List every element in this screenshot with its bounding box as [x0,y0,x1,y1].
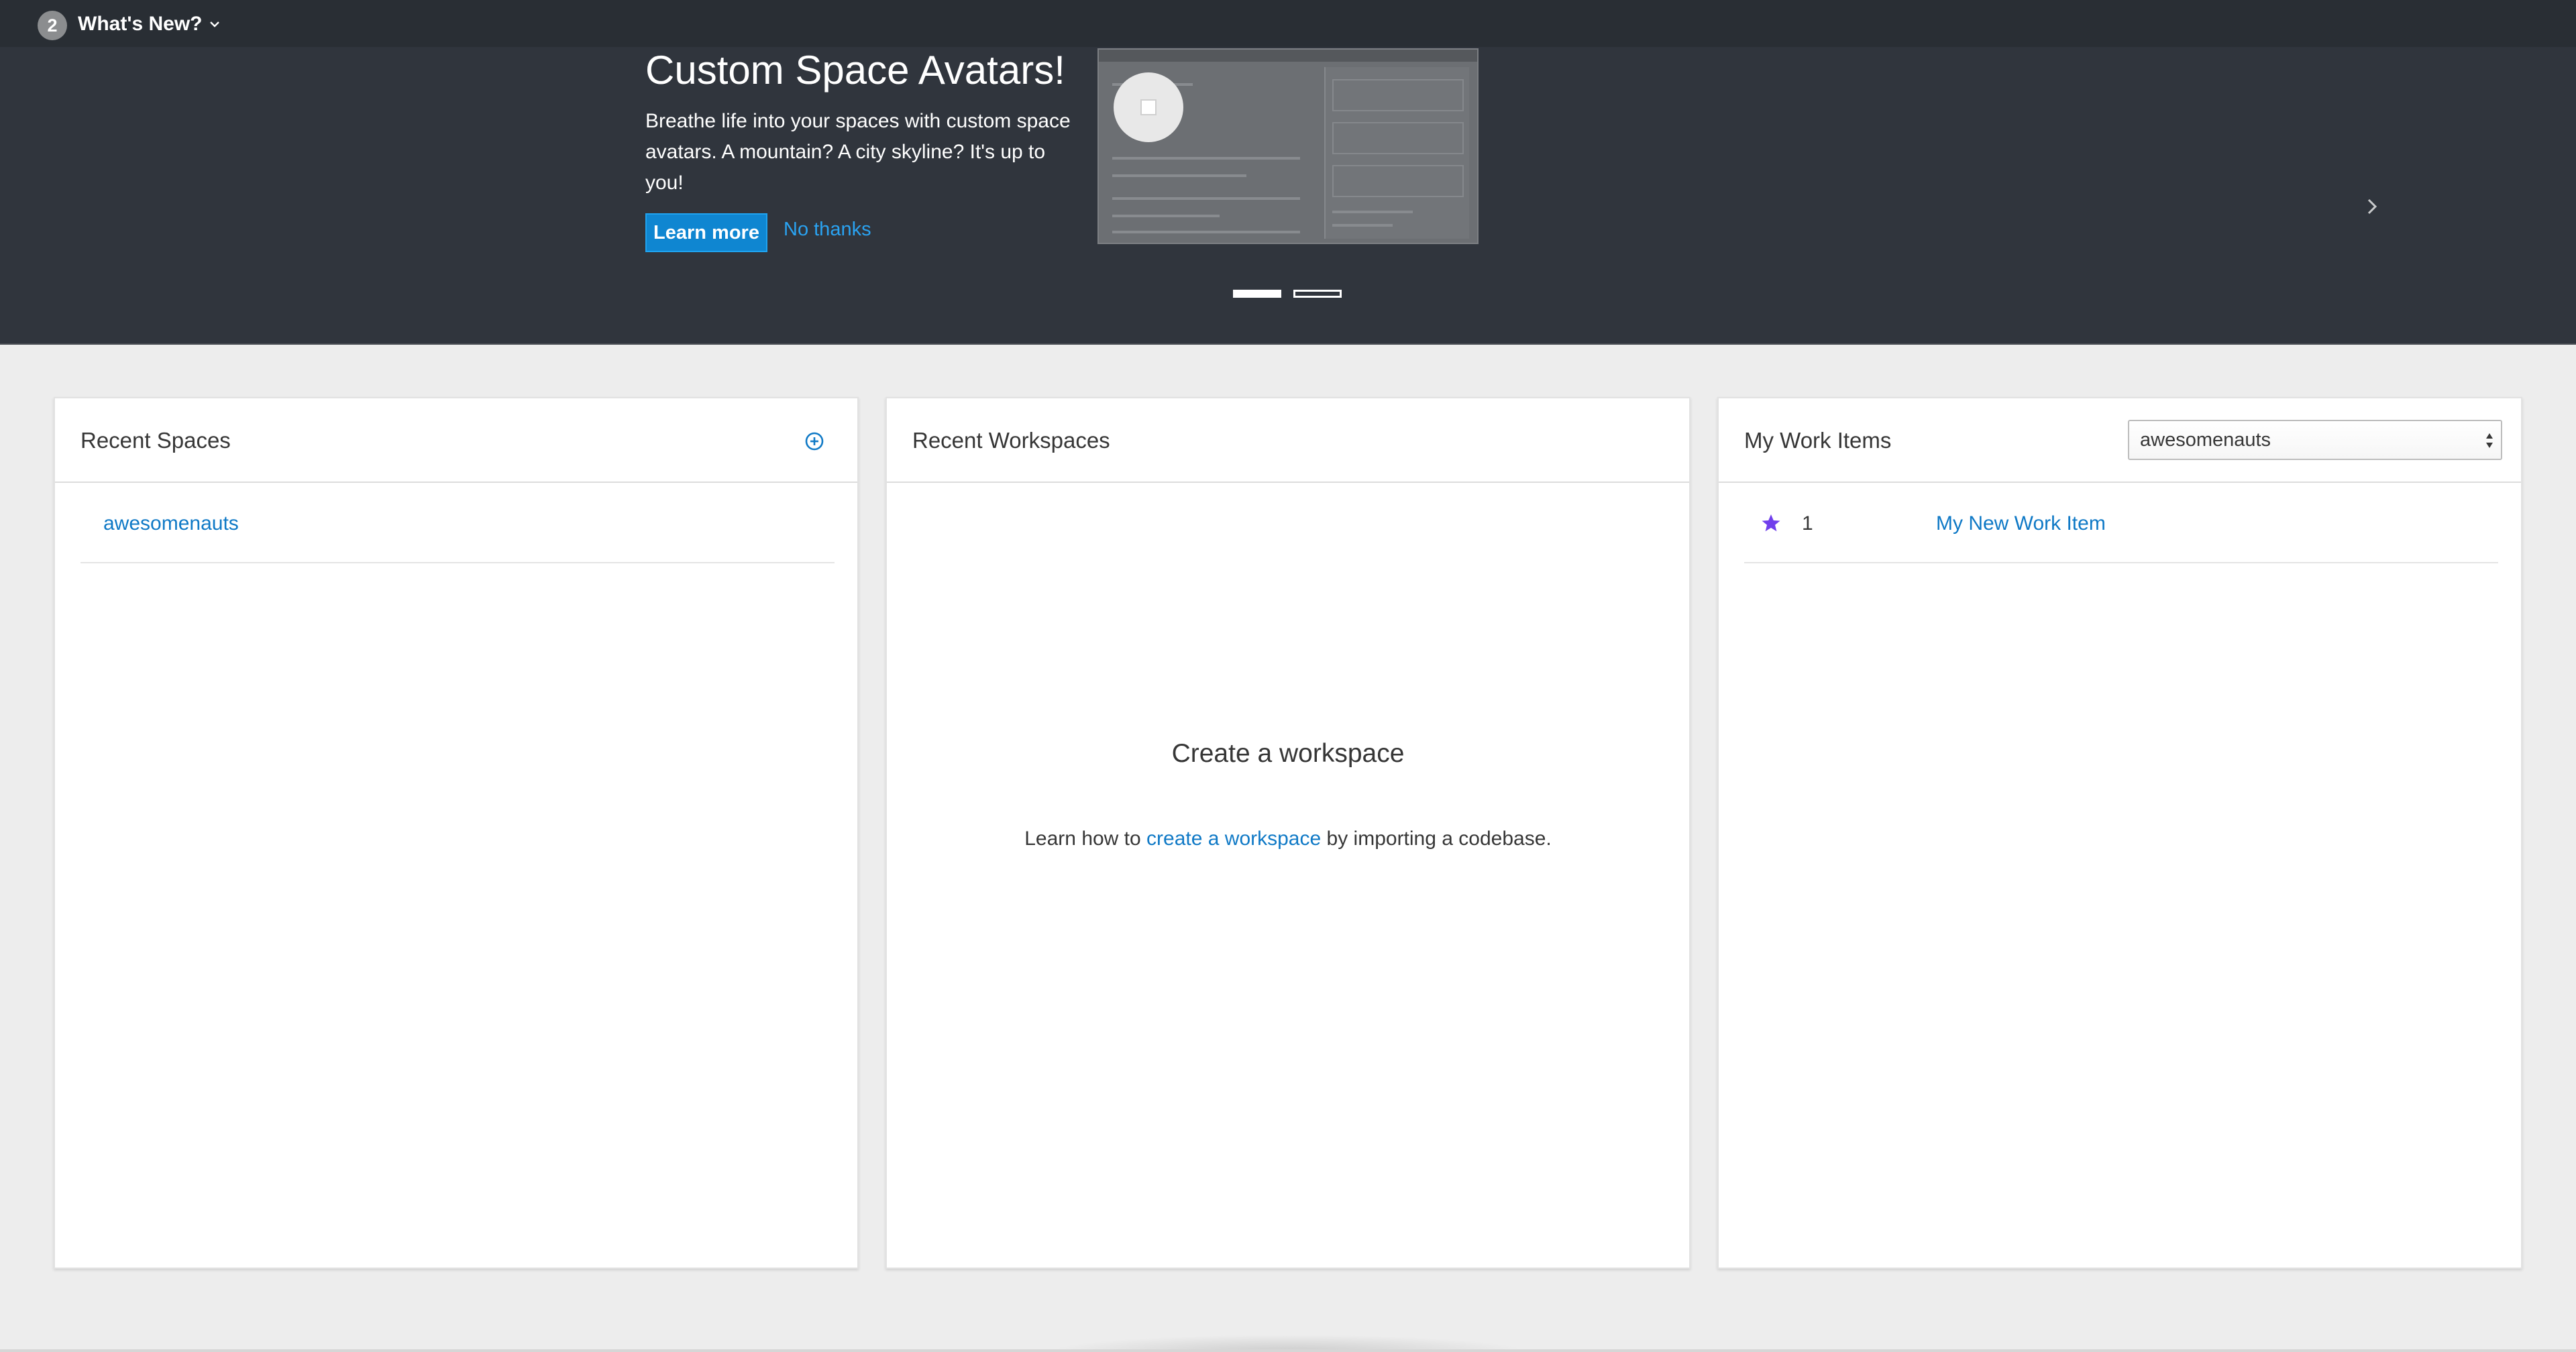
recent-workspaces-header: Recent Workspaces [887,398,1689,483]
space-filter-value: awesomenauts [2140,429,2271,451]
recent-spaces-card: Recent Spaces awesomenauts [54,397,859,1269]
whats-new-toggle[interactable]: What's New? [78,9,221,39]
empty-text-after: by importing a codebase. [1321,828,1552,850]
recent-spaces-header: Recent Spaces [55,398,857,483]
feature-title: Custom Space Avatars! [645,48,1065,93]
empty-state-text: Learn how to create a workspace by impor… [887,828,1689,850]
space-filter-select[interactable]: awesomenauts [2128,420,2502,460]
recent-spaces-title: Recent Spaces [80,428,231,453]
my-work-items-header: My Work Items awesomenauts [1719,398,2521,483]
create-workspace-link[interactable]: create a workspace [1146,828,1321,850]
chevron-right-icon[interactable] [2360,193,2384,220]
carousel-indicator-1[interactable] [1233,290,1281,298]
my-work-items-title: My Work Items [1744,428,1892,453]
no-thanks-link[interactable]: No thanks [784,219,871,241]
feature-description: Breathe life into your spaces with custo… [645,110,1071,194]
space-link[interactable]: awesomenauts [103,512,239,535]
work-item-number: 1 [1802,512,1813,534]
whats-new-label: What's New? [78,13,203,35]
star-icon[interactable] [1760,512,1782,534]
work-item-link[interactable]: My New Work Item [1936,512,2106,535]
banner-header: 2 What's New? [0,0,2576,47]
empty-state-title: Create a workspace [1171,739,1405,768]
select-arrows-icon [2486,433,2493,448]
notification-badge: 2 [38,11,67,40]
carousel-indicator-2[interactable] [1293,290,1342,298]
recent-workspaces-title: Recent Workspaces [912,428,1110,453]
learn-more-button[interactable]: Learn more [645,213,767,252]
bottom-divider [0,1349,2576,1352]
empty-text-before: Learn how to [1024,828,1147,850]
chevron-down-icon [210,21,220,27]
work-item-row: 1 My New Work Item [1744,486,2498,563]
my-work-items-card: My Work Items awesomenauts 1 My New Work… [1717,397,2522,1269]
list-item: awesomenauts [80,486,835,563]
feature-preview-image [1097,48,1479,244]
recent-workspaces-card: Recent Workspaces Create a workspace Lea… [885,397,1690,1269]
add-circle-icon[interactable] [804,431,825,452]
whats-new-banner: 2 What's New? Custom Space Avatars! Brea… [0,0,2576,345]
